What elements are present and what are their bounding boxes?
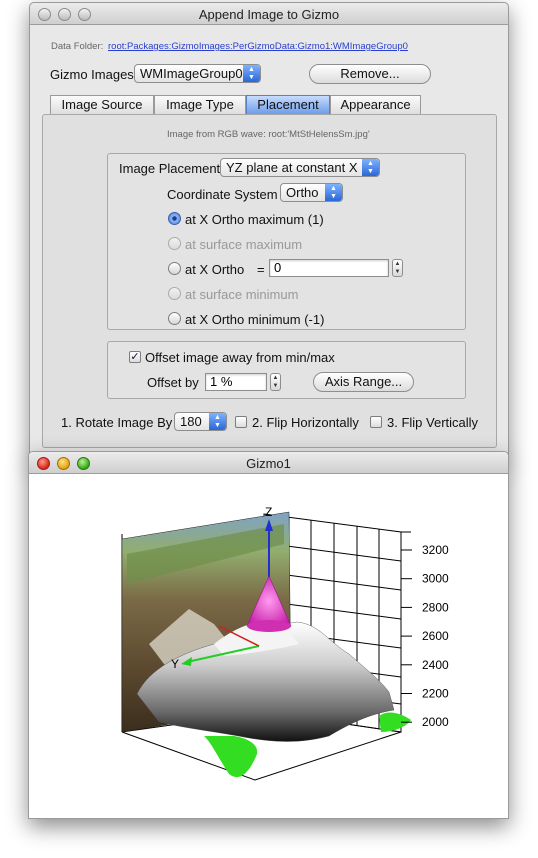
popup-arrows-icon: ▲ ▼ [209, 413, 226, 430]
remove-button[interactable]: Remove... [309, 64, 431, 84]
gizmo-window: Gizmo1 Z Y 3200 3000 2800 2600 2400 2200… [28, 451, 509, 819]
image-placement-popup[interactable]: YZ plane at constant X ▲ ▼ [220, 158, 380, 177]
radio-x-ortho-max-label: at X Ortho maximum (1) [185, 212, 324, 227]
z-tick-label: 2200 [422, 687, 449, 701]
z-tick-label: 3200 [422, 543, 449, 557]
flip-horizontally-label: 2. Flip Horizontally [252, 415, 359, 430]
tab-image-type[interactable]: Image Type [154, 95, 246, 115]
offset-by-field[interactable]: 1 % [205, 373, 267, 391]
coordinate-system-label: Coordinate System [167, 187, 278, 202]
radio-x-ortho[interactable] [168, 262, 181, 275]
dialog-titlebar: Append Image to Gizmo [30, 3, 508, 25]
gizmo-images-value: WMImageGroup0 [140, 66, 243, 81]
radio-surface-max-label: at surface maximum [185, 237, 303, 252]
radio-x-ortho-label: at X Ortho [185, 262, 245, 277]
offset-checkbox[interactable]: ✓ [129, 351, 141, 363]
tab-image-source[interactable]: Image Source [50, 95, 154, 115]
radio-x-ortho-max[interactable] [168, 212, 181, 225]
x-ortho-value-field[interactable]: 0 [269, 259, 389, 277]
coordinate-system-popup[interactable]: Ortho ▲ ▼ [280, 183, 343, 202]
equals-label: = [257, 262, 265, 277]
popup-arrows-icon: ▲ ▼ [362, 159, 379, 176]
rotate-image-value: 180 [180, 414, 202, 429]
tab-appearance[interactable]: Appearance [330, 95, 421, 115]
tab-placement[interactable]: Placement [246, 95, 330, 115]
z-tick-label: 2600 [422, 629, 449, 643]
image-placement-label: Image Placement [119, 161, 221, 176]
flip-horizontally-checkbox[interactable] [235, 416, 247, 428]
popup-arrows-icon: ▲ ▼ [325, 184, 342, 201]
z-tick-label: 2400 [422, 658, 449, 672]
gizmo-images-label: Gizmo Images [50, 67, 134, 82]
offset-by-stepper[interactable]: ▲ ▼ [270, 373, 281, 391]
rotate-image-popup[interactable]: 180 ▲ ▼ [174, 412, 227, 431]
dialog-title: Append Image to Gizmo [198, 7, 340, 22]
gizmo-titlebar: Gizmo1 [29, 452, 508, 474]
axis-range-button[interactable]: Axis Range... [313, 372, 414, 392]
popup-arrows-icon: ▲ ▼ [243, 65, 260, 82]
z-tick-label: 2800 [422, 600, 449, 614]
append-image-dialog: Append Image to Gizmo Data Folder: root:… [29, 2, 509, 458]
coordinate-system-value: Ortho [286, 185, 319, 200]
radio-surface-max[interactable] [168, 237, 181, 250]
gizmo-title: Gizmo1 [246, 456, 291, 471]
radio-surface-min-label: at surface minimum [185, 287, 299, 302]
gizmo-images-popup[interactable]: WMImageGroup0 ▲ ▼ [134, 64, 261, 83]
flip-vertically-checkbox[interactable] [370, 416, 382, 428]
offset-by-label: Offset by [147, 375, 199, 390]
image-placement-value: YZ plane at constant X [226, 160, 358, 175]
radio-x-ortho-min-label: at X Ortho minimum (-1) [185, 312, 325, 327]
gizmo-3d-view[interactable]: Z Y 3200 3000 2800 2600 2400 2200 2000 [29, 474, 508, 819]
z-tick-label: 3000 [422, 572, 449, 586]
image-source-info: Image from RGB wave: root:'MtStHelensSm.… [167, 129, 370, 140]
flip-vertically-label: 3. Flip Vertically [387, 415, 479, 430]
offset-checkbox-label: Offset image away from min/max [145, 350, 335, 365]
radio-x-ortho-min[interactable] [168, 312, 181, 325]
z-axis-label: Z [265, 505, 272, 519]
y-axis-label: Y [171, 657, 179, 671]
radio-surface-min[interactable] [168, 287, 181, 300]
rotate-image-label: 1. Rotate Image By [61, 415, 173, 430]
z-tick-label: 2000 [422, 715, 449, 729]
data-folder-link[interactable]: root:Packages:GizmoImages:PerGizmoData:G… [108, 41, 408, 52]
surface-minimum-green [204, 736, 258, 778]
data-folder-label: Data Folder: [51, 41, 104, 52]
x-ortho-stepper[interactable]: ▲ ▼ [392, 259, 403, 277]
